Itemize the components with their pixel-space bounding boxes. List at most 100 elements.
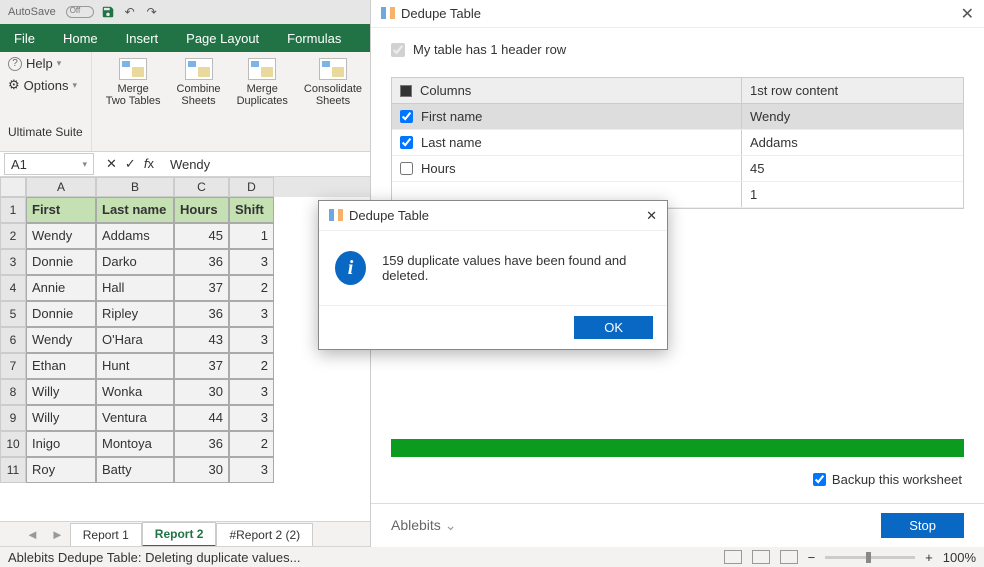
- row-header[interactable]: 8: [0, 379, 26, 405]
- cell[interactable]: Wonka: [96, 379, 174, 405]
- sheet-nav-next-icon[interactable]: ►: [45, 527, 70, 542]
- tab-pagelayout[interactable]: Page Layout: [172, 24, 273, 52]
- autosave-toggle[interactable]: [66, 6, 94, 18]
- cancel-icon[interactable]: ✕: [106, 156, 117, 172]
- zoom-out-icon[interactable]: −: [808, 550, 816, 565]
- cell[interactable]: 45: [174, 223, 229, 249]
- column-checkbox[interactable]: [400, 136, 413, 149]
- cell[interactable]: 44: [174, 405, 229, 431]
- cell[interactable]: 3: [229, 379, 274, 405]
- cell[interactable]: Hall: [96, 275, 174, 301]
- sheet-tab-report2[interactable]: Report 2: [142, 522, 217, 547]
- row-header[interactable]: 3: [0, 249, 26, 275]
- backup-checkbox[interactable]: Backup this worksheet: [813, 472, 962, 487]
- column-row[interactable]: First nameWendy: [392, 104, 963, 130]
- cell[interactable]: Montoya: [96, 431, 174, 457]
- view-normal-icon[interactable]: [724, 550, 742, 564]
- spreadsheet-grid[interactable]: A B C D 1 First name Last name Hours Shi…: [0, 177, 370, 517]
- zoom-in-icon[interactable]: +: [925, 550, 933, 565]
- options-button[interactable]: ⚙Options▾: [8, 77, 83, 93]
- view-page-break-icon[interactable]: [780, 550, 798, 564]
- close-icon[interactable]: ✕: [961, 4, 974, 24]
- header-row-checkbox[interactable]: My table has 1 header row: [391, 42, 964, 57]
- column-checkbox[interactable]: [400, 162, 413, 175]
- ok-button[interactable]: OK: [574, 316, 653, 339]
- cell[interactable]: 37: [174, 353, 229, 379]
- tab-home[interactable]: Home: [49, 24, 112, 52]
- cell[interactable]: Wendy: [26, 223, 96, 249]
- cell[interactable]: 1: [229, 223, 274, 249]
- cell[interactable]: 2: [229, 275, 274, 301]
- cell[interactable]: Inigo: [26, 431, 96, 457]
- help-button[interactable]: ?Help▾: [8, 56, 83, 71]
- cell[interactable]: 36: [174, 301, 229, 327]
- zoom-slider[interactable]: [825, 556, 915, 559]
- sheet-tab-report2-copy[interactable]: #Report 2 (2): [216, 523, 313, 546]
- zoom-level[interactable]: 100%: [943, 550, 976, 565]
- col-header-C[interactable]: C: [174, 177, 229, 197]
- cell[interactable]: Ventura: [96, 405, 174, 431]
- cell[interactable]: Donnie: [26, 301, 96, 327]
- cell[interactable]: Addams: [96, 223, 174, 249]
- redo-icon[interactable]: ↷: [144, 4, 160, 20]
- col-header-B[interactable]: B: [96, 177, 174, 197]
- select-all-columns-checkbox[interactable]: [400, 85, 412, 97]
- cell[interactable]: Batty: [96, 457, 174, 483]
- fx-icon[interactable]: fx: [144, 156, 154, 172]
- merge-duplicates-button[interactable]: MergeDuplicates: [231, 56, 294, 109]
- column-row[interactable]: Hours45: [392, 156, 963, 182]
- row-header[interactable]: 7: [0, 353, 26, 379]
- row-header[interactable]: 11: [0, 457, 26, 483]
- cell[interactable]: Ripley: [96, 301, 174, 327]
- name-box[interactable]: A1: [4, 153, 94, 175]
- cell[interactable]: 2: [229, 431, 274, 457]
- sheet-tab-report1[interactable]: Report 1: [70, 523, 142, 546]
- cell[interactable]: 3: [229, 249, 274, 275]
- col-header-D[interactable]: D: [229, 177, 274, 197]
- col-header-A[interactable]: A: [26, 177, 96, 197]
- row-header[interactable]: 6: [0, 327, 26, 353]
- cell[interactable]: O'Hara: [96, 327, 174, 353]
- cell[interactable]: Annie: [26, 275, 96, 301]
- sheet-nav-prev-icon[interactable]: ◄: [20, 527, 45, 542]
- view-page-layout-icon[interactable]: [752, 550, 770, 564]
- combine-sheets-button[interactable]: CombineSheets: [171, 56, 227, 109]
- cell[interactable]: 30: [174, 379, 229, 405]
- cell[interactable]: Roy: [26, 457, 96, 483]
- tab-file[interactable]: File: [0, 24, 49, 52]
- tab-insert[interactable]: Insert: [112, 24, 173, 52]
- cell[interactable]: Wendy: [26, 327, 96, 353]
- cell[interactable]: 37: [174, 275, 229, 301]
- cell[interactable]: 36: [174, 431, 229, 457]
- ablebits-brand[interactable]: Ablebits: [391, 517, 456, 534]
- enter-icon[interactable]: ✓: [125, 156, 136, 172]
- row-header[interactable]: 2: [0, 223, 26, 249]
- cell[interactable]: 3: [229, 301, 274, 327]
- cell[interactable]: Ethan: [26, 353, 96, 379]
- row-header[interactable]: 5: [0, 301, 26, 327]
- consolidate-sheets-button[interactable]: ConsolidateSheets: [298, 56, 368, 109]
- cell[interactable]: 3: [229, 405, 274, 431]
- undo-icon[interactable]: ↶: [122, 4, 138, 20]
- row-header[interactable]: 10: [0, 431, 26, 457]
- row-header[interactable]: 1: [0, 197, 26, 223]
- cell[interactable]: Hunt: [96, 353, 174, 379]
- row-header[interactable]: 4: [0, 275, 26, 301]
- cell[interactable]: 43: [174, 327, 229, 353]
- save-icon[interactable]: [100, 4, 116, 20]
- cell[interactable]: Willy: [26, 405, 96, 431]
- cell[interactable]: Donnie: [26, 249, 96, 275]
- stop-button[interactable]: Stop: [881, 513, 964, 538]
- cell[interactable]: 36: [174, 249, 229, 275]
- cell[interactable]: Willy: [26, 379, 96, 405]
- cell[interactable]: 3: [229, 457, 274, 483]
- column-checkbox[interactable]: [400, 110, 413, 123]
- select-all-corner[interactable]: [0, 177, 26, 197]
- cell[interactable]: 3: [229, 327, 274, 353]
- cell[interactable]: 30: [174, 457, 229, 483]
- row-header[interactable]: 9: [0, 405, 26, 431]
- cell[interactable]: Darko: [96, 249, 174, 275]
- close-icon[interactable]: ✕: [646, 208, 657, 224]
- column-row[interactable]: Last nameAddams: [392, 130, 963, 156]
- merge-two-tables-button[interactable]: MergeTwo Tables: [100, 56, 167, 109]
